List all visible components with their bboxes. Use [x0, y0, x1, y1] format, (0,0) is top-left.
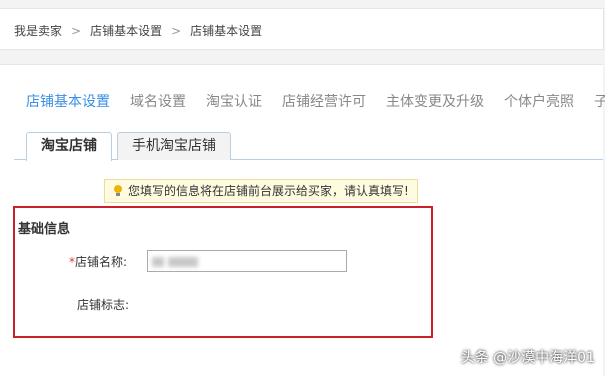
highlight-box: 基础信息 *店铺名称: 店铺标志: — [13, 206, 433, 338]
breadcrumb-bar: 我是卖家 > 店铺基本设置 > 店铺基本设置 — [0, 8, 604, 50]
section-title: 基础信息 — [18, 222, 71, 237]
tab-individual-license[interactable]: 个体户亮照 — [504, 91, 574, 111]
breadcrumb-item-current: 店铺基本设置 — [190, 24, 263, 38]
watermark: 头条 @沙漠中海洋01 — [460, 350, 595, 366]
top-tab-bar: 店铺基本设置 域名设置 淘宝认证 店铺经营许可 主体变更及升级 个体户亮照 子 — [26, 91, 605, 111]
tab-taobao-certification[interactable]: 淘宝认证 — [206, 91, 262, 111]
notice-text: 您填写的信息将在店铺前台展示给买家，请认真填写! — [128, 184, 409, 198]
tab-truncated[interactable]: 子 — [594, 91, 605, 111]
tab-domain-settings[interactable]: 域名设置 — [130, 91, 186, 111]
subtab-taobao-store[interactable]: 淘宝店铺 — [26, 132, 112, 161]
store-name-input[interactable] — [147, 250, 347, 272]
lightbulb-icon — [113, 185, 123, 197]
breadcrumb-item-shop-settings[interactable]: 店铺基本设置 — [90, 22, 162, 39]
store-name-label: *店铺名称: — [69, 253, 127, 270]
breadcrumb-item-seller[interactable]: 我是卖家 — [14, 22, 62, 39]
blurred-text — [152, 257, 164, 267]
tab-basic-settings[interactable]: 店铺基本设置 — [26, 91, 110, 111]
store-name-label-text: 店铺名称: — [75, 255, 128, 269]
store-logo-label: 店铺标志: — [77, 298, 130, 312]
tab-business-license[interactable]: 店铺经营许可 — [282, 91, 366, 111]
breadcrumb-separator: > — [171, 23, 182, 38]
breadcrumb: 我是卖家 > 店铺基本设置 > 店铺基本设置 — [14, 22, 262, 39]
info-notice: 您填写的信息将在店铺前台展示给买家，请认真填写! — [104, 179, 418, 203]
blurred-text — [168, 257, 198, 267]
settings-panel: 店铺基本设置 域名设置 淘宝认证 店铺经营许可 主体变更及升级 个体户亮照 子 … — [0, 64, 605, 376]
tab-entity-change[interactable]: 主体变更及升级 — [386, 91, 484, 111]
subtab-mobile-taobao-store[interactable]: 手机淘宝店铺 — [117, 132, 231, 160]
breadcrumb-separator: > — [71, 23, 82, 38]
